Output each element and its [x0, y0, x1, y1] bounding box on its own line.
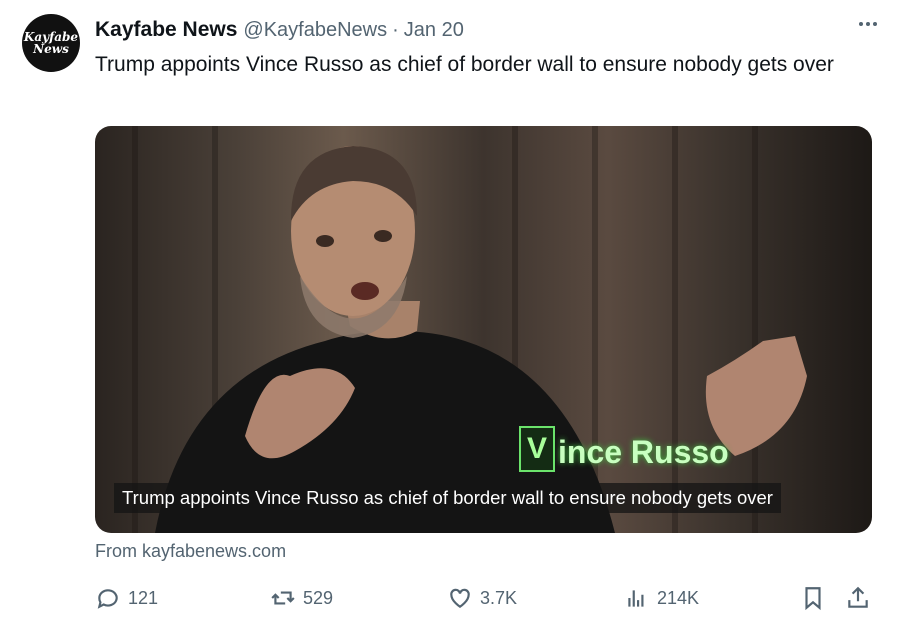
link-source[interactable]: From kayfabenews.com — [95, 541, 286, 562]
bookmark-button[interactable] — [800, 585, 826, 611]
like-count: 3.7K — [480, 587, 518, 608]
share-button[interactable] — [845, 585, 871, 611]
avatar-text-line2: News — [33, 42, 69, 56]
action-bar: 121 529 3.7K 214K — [93, 585, 875, 613]
tweet-header: Kayfabe News @KayfabeNews · Jan 20 — [95, 18, 867, 44]
reply-button[interactable]: 121 — [95, 585, 158, 611]
bookmark-icon — [805, 587, 821, 611]
tweet-text: Trump appoints Vince Russo as chief of b… — [95, 53, 834, 76]
more-icon[interactable] — [859, 22, 877, 26]
reply-icon — [97, 589, 118, 609]
user-handle[interactable]: @KayfabeNews — [243, 19, 387, 42]
lower-third-element-box: V — [519, 426, 555, 472]
repost-button[interactable]: 529 — [270, 585, 333, 611]
display-name[interactable]: Kayfabe News — [95, 18, 237, 42]
avatar[interactable]: Kayfabe News — [22, 14, 80, 72]
views-button[interactable]: 214K — [624, 585, 699, 611]
views-icon — [628, 590, 644, 607]
video-caption: Trump appoints Vince Russo as chief of b… — [114, 483, 781, 513]
reply-count: 121 — [128, 587, 159, 608]
like-button[interactable]: 3.7K — [447, 585, 517, 611]
lower-third-name: ince Russo — [558, 434, 729, 470]
video-frame-illustration — [132, 126, 807, 533]
lower-third-title: V ince Russo — [519, 426, 729, 472]
repost-count: 529 — [303, 587, 334, 608]
repost-icon — [271, 591, 295, 605]
video-thumbnail[interactable]: V ince Russo Trump appoints Vince Russo … — [95, 126, 872, 533]
tweet-date[interactable]: Jan 20 — [404, 19, 464, 42]
views-count: 214K — [657, 587, 700, 608]
share-icon — [848, 586, 868, 608]
like-icon — [450, 588, 470, 608]
separator: · — [392, 19, 399, 41]
